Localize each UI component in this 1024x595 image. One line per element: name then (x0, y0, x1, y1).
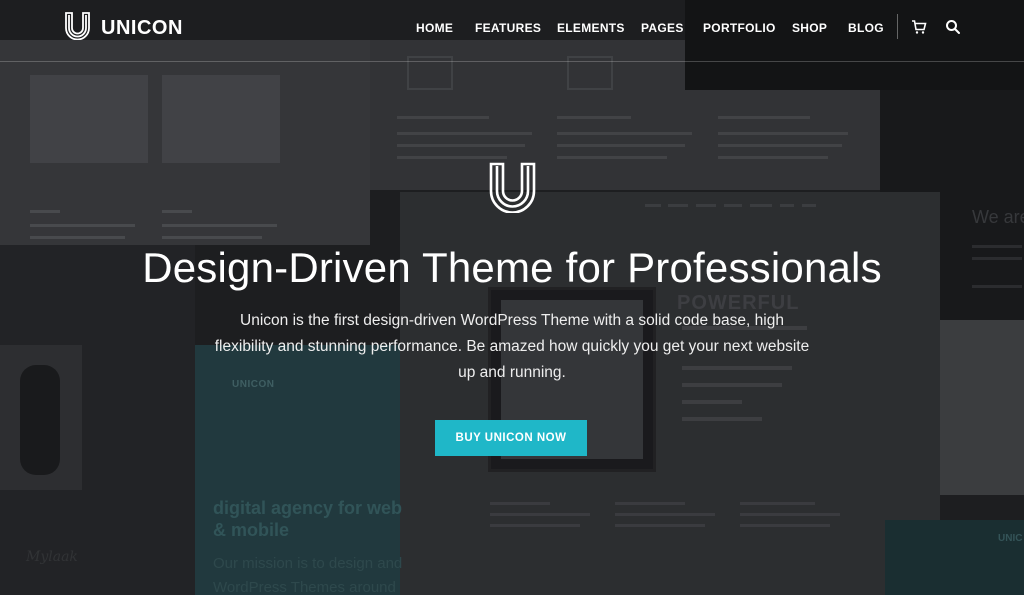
hero-title: Design-Driven Theme for Professionals (142, 244, 882, 291)
nav-item-elements[interactable]: ELEMENTS (557, 21, 625, 35)
nav-item-shop[interactable]: SHOP (792, 21, 827, 35)
cart-icon[interactable] (911, 19, 927, 35)
unicon-mark-icon (489, 162, 536, 214)
nav-item-home[interactable]: HOME (416, 21, 453, 35)
nav-item-portfolio[interactable]: PORTFOLIO (703, 21, 776, 35)
brand-logo[interactable]: UNICON (65, 11, 183, 45)
dark-overlay (0, 0, 1024, 595)
nav-item-features[interactable]: FEATURES (475, 21, 541, 35)
nav-item-pages[interactable]: PAGES (641, 21, 684, 35)
search-icon[interactable] (945, 19, 961, 35)
site-header: UNICON HOME FEATURES ELEMENTS PAGES PORT… (0, 0, 1024, 62)
unicon-logo-icon (65, 11, 90, 45)
nav-item-blog[interactable]: BLOG (848, 21, 884, 35)
brand-name: UNICON (101, 16, 183, 39)
buy-unicon-button[interactable]: BUY UNICON NOW (435, 420, 587, 456)
nav-divider (897, 14, 898, 39)
hero-description: Unicon is the first design-driven WordPr… (214, 312, 810, 381)
background-collage: POWERFUL We are digital agency for web &… (0, 0, 1024, 595)
